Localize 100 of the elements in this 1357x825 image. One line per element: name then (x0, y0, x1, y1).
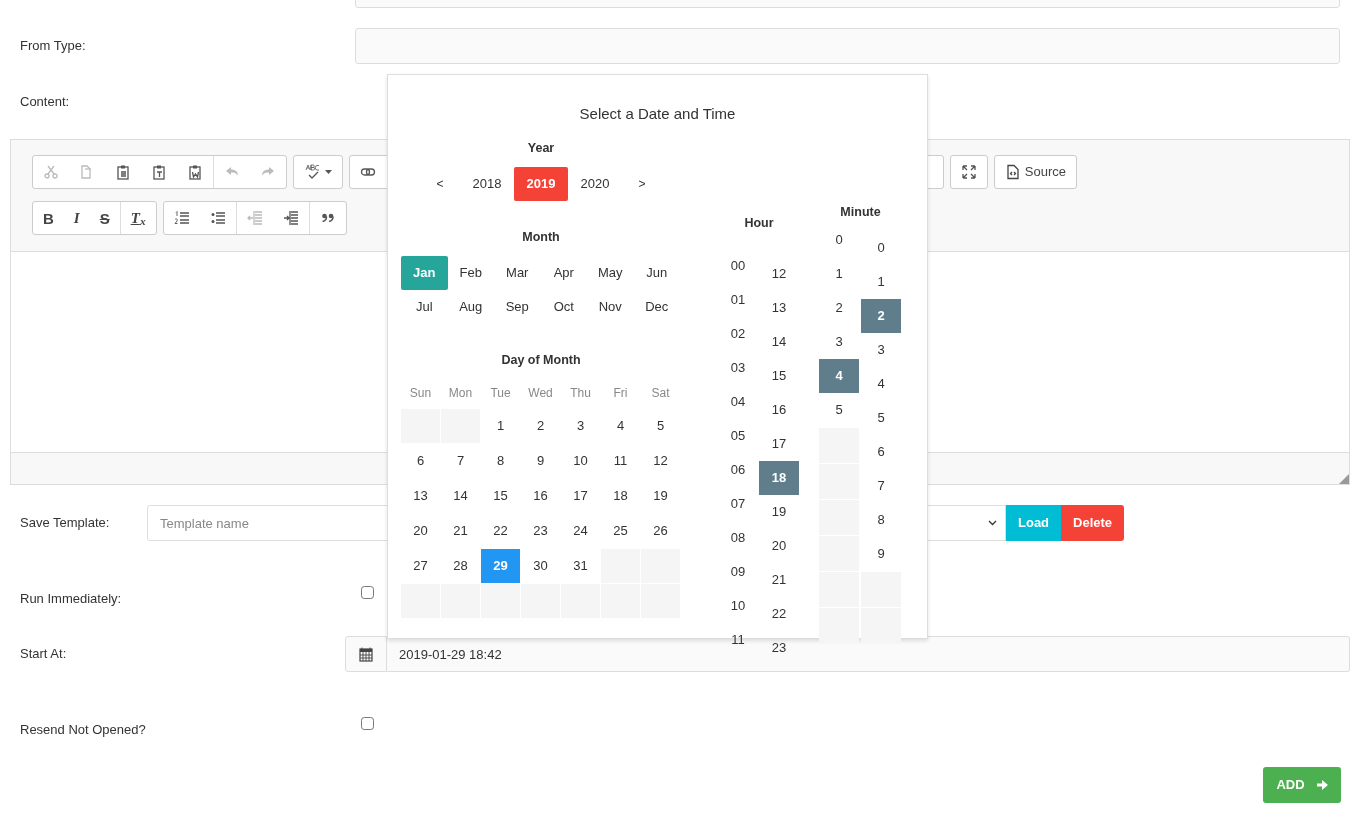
day-option[interactable]: 10 (561, 444, 600, 478)
scissors-icon (43, 164, 59, 180)
day-option[interactable]: 26 (641, 514, 680, 548)
hour-option[interactable]: 13 (759, 291, 799, 325)
minute-option[interactable]: 0 (861, 231, 901, 265)
arrow-right-icon (1316, 780, 1328, 790)
day-option[interactable]: 31 (561, 549, 600, 583)
resize-handle-icon[interactable] (1339, 474, 1349, 484)
day-option[interactable]: 28 (441, 549, 480, 583)
month-option[interactable]: Oct (540, 290, 587, 324)
calendar-addon[interactable] (345, 636, 387, 672)
clipboard-text-icon (151, 164, 167, 180)
day-option[interactable]: 7 (441, 444, 480, 478)
previous-year-button[interactable]: < (420, 167, 460, 201)
minute-option[interactable]: 8 (861, 503, 901, 537)
chevron-down-icon (988, 520, 997, 526)
toolbar-button[interactable]: T$_{x}$ (120, 202, 156, 234)
checkbox[interactable] (361, 716, 374, 730)
hour-option[interactable]: 02 (718, 317, 758, 351)
minute-option[interactable]: 3 (819, 325, 859, 359)
toolbar-button[interactable]: Source (994, 156, 1076, 188)
minute-option[interactable]: 7 (861, 469, 901, 503)
hour-option[interactable]: 09 (718, 555, 758, 589)
month-option[interactable]: Dec (633, 290, 680, 324)
hour-option[interactable]: 03 (718, 351, 758, 385)
checkbox[interactable] (361, 585, 374, 599)
day-option[interactable]: 19 (641, 479, 680, 513)
minute-option[interactable]: 4 (861, 367, 901, 401)
hour-option[interactable]: 20 (759, 529, 799, 563)
day-option[interactable]: 6 (401, 444, 440, 478)
hour-option[interactable]: 10 (718, 589, 758, 623)
bullet-list-icon (209, 210, 226, 226)
hour-option[interactable]: 22 (759, 597, 799, 631)
day-option[interactable]: 3 (561, 409, 600, 443)
month-option[interactable]: May (587, 256, 634, 290)
minute-option[interactable]: 9 (861, 537, 901, 571)
day-option[interactable]: 4 (601, 409, 640, 443)
hour-option[interactable]: 18 (759, 461, 799, 495)
year-option[interactable]: 2019 (514, 167, 568, 201)
month-option[interactable]: Apr (540, 256, 587, 290)
hour-option[interactable]: 12 (759, 257, 799, 291)
minute-option[interactable]: 0 (819, 223, 859, 257)
year-option[interactable]: 2018 (460, 167, 514, 201)
minute-option[interactable]: 5 (861, 401, 901, 435)
next-year-button[interactable]: > (622, 167, 662, 201)
minute-option[interactable]: 5 (819, 393, 859, 427)
minute-option[interactable]: 4 (819, 359, 859, 393)
month-option[interactable]: Aug (447, 290, 494, 324)
hour-option[interactable]: 15 (759, 359, 799, 393)
minute-option[interactable]: 2 (861, 299, 901, 333)
hour-option[interactable]: 17 (759, 427, 799, 461)
minute-option[interactable]: 1 (819, 257, 859, 291)
day-option[interactable]: 11 (601, 444, 640, 478)
day-option[interactable]: 5 (641, 409, 680, 443)
day-option[interactable]: 2 (521, 409, 560, 443)
delete-button[interactable]: Delete (1061, 505, 1125, 541)
hour-option[interactable]: 04 (718, 385, 758, 419)
hour-option[interactable]: 19 (759, 495, 799, 529)
toolbar-button[interactable]: S (89, 202, 120, 234)
hour-option[interactable]: 05 (718, 419, 758, 453)
input-field[interactable] (355, 28, 1340, 64)
indent-icon (282, 210, 299, 226)
clipboard-document-icon (187, 164, 203, 180)
day-option[interactable]: 9 (521, 444, 560, 478)
hour-option[interactable]: 00 (718, 249, 758, 283)
field-label: Start At: (20, 646, 67, 662)
section-label: Minute (839, 204, 882, 219)
day-option[interactable]: 1 (481, 409, 520, 443)
day-option[interactable]: 25 (601, 514, 640, 548)
weekday-header: Sun (408, 385, 433, 402)
month-option[interactable]: Sep (494, 290, 541, 324)
month-option[interactable]: Nov (587, 290, 634, 324)
day-option[interactable]: 27 (401, 549, 440, 583)
day-option[interactable]: 18 (601, 479, 640, 513)
minute-option[interactable]: 6 (861, 435, 901, 469)
hour-option[interactable]: 07 (718, 487, 758, 521)
minute-option[interactable]: 1 (861, 265, 901, 299)
toolbar-button[interactable]: B (33, 202, 64, 234)
hour-option[interactable]: 01 (718, 283, 758, 317)
month-option[interactable]: Mar (494, 256, 541, 290)
picker-title: Select a Date and Time (578, 104, 737, 123)
field-label: Save Template: (20, 515, 110, 531)
section-label: Year (526, 140, 556, 155)
hour-option[interactable]: 08 (718, 521, 758, 555)
year-option[interactable]: 2020 (568, 167, 622, 201)
day-option[interactable]: 8 (481, 444, 520, 478)
hour-option[interactable]: 16 (759, 393, 799, 427)
minute-option[interactable]: 2 (819, 291, 859, 325)
day-option[interactable]: 12 (641, 444, 680, 478)
day-option[interactable]: 30 (521, 549, 560, 583)
hour-option[interactable]: 14 (759, 325, 799, 359)
hour-option[interactable]: 21 (759, 563, 799, 597)
month-option[interactable]: Jul (401, 290, 448, 324)
hour-option[interactable]: 06 (718, 453, 758, 487)
minute-option[interactable]: 3 (861, 333, 901, 367)
month-option[interactable]: Jun (633, 256, 680, 290)
outdent-icon (246, 210, 263, 226)
toolbar-button[interactable]: I (63, 202, 90, 234)
month-option[interactable]: Feb (447, 256, 494, 290)
weekday-header: Mon (447, 385, 474, 402)
